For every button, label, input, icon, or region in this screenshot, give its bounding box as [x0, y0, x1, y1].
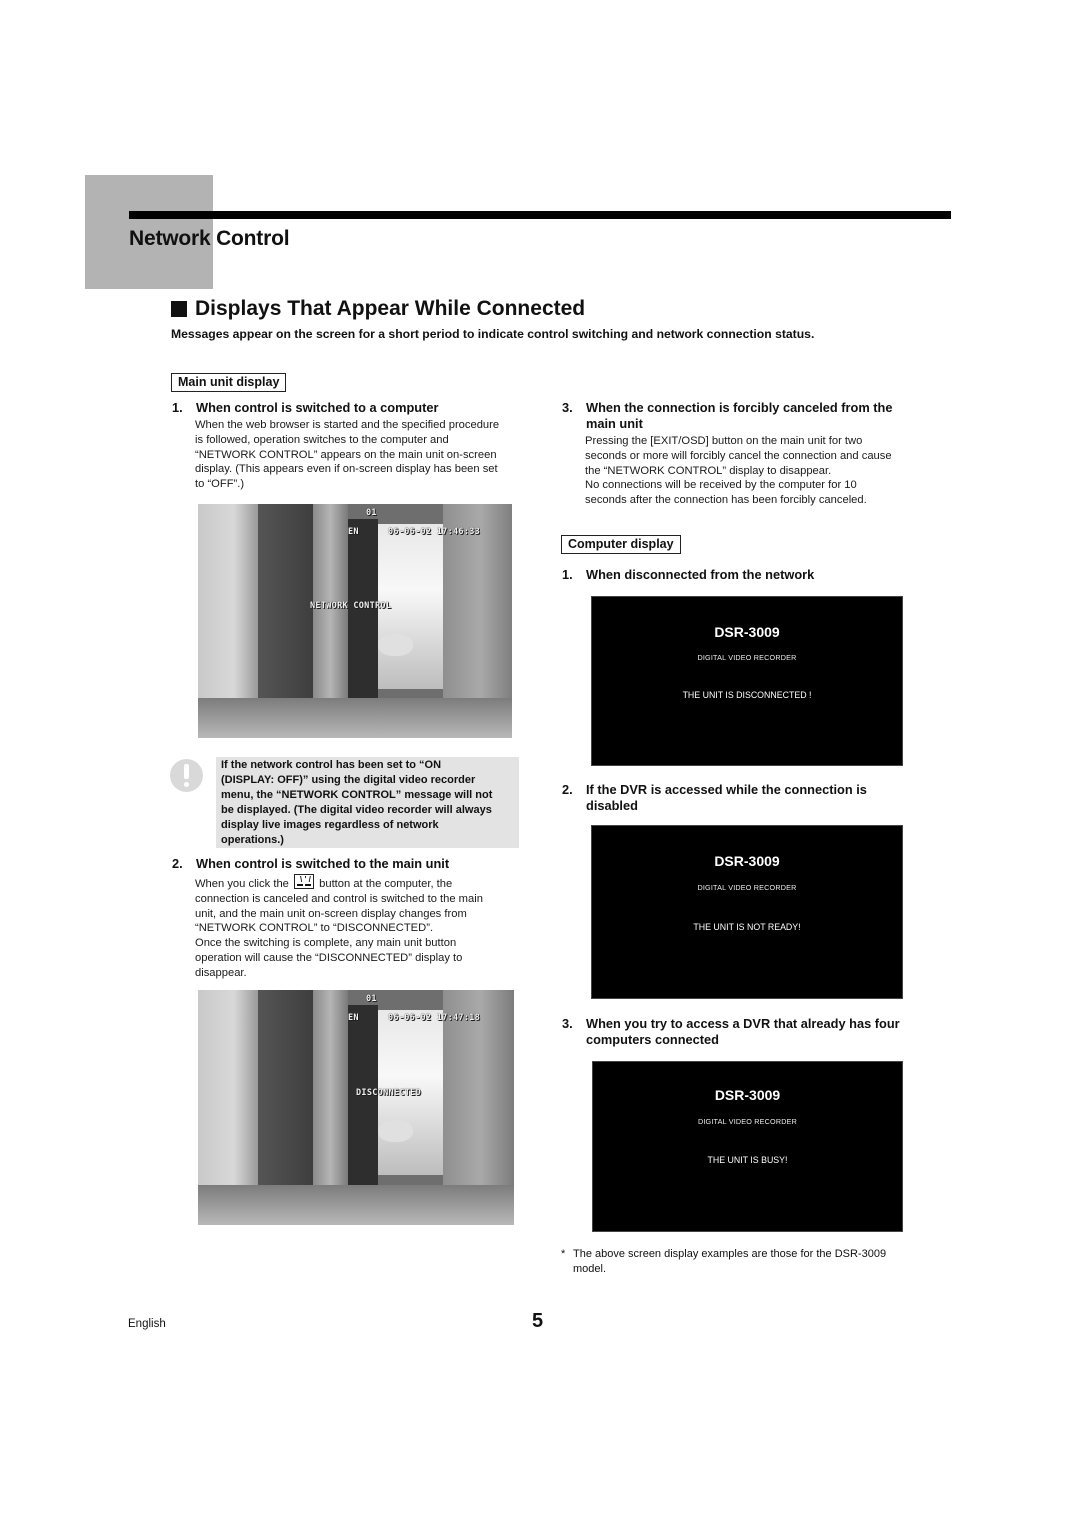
caution-note: If the network control has been set to “…: [168, 757, 519, 848]
header-rule: [129, 211, 951, 219]
caution-text: If the network control has been set to “…: [216, 757, 519, 848]
caution-icon: [170, 759, 203, 792]
section-intro: Messages appear on the screen for a shor…: [171, 327, 815, 341]
computer-item-2-heading: 2. If the DVR is accessed while the conne…: [562, 782, 867, 813]
osd-channel: 01: [366, 994, 377, 1004]
chapter-title: Network Control: [129, 227, 290, 250]
dvr-screen-disconnected: DSR-3009 DIGITAL VIDEO RECORDER THE UNIT…: [591, 596, 903, 766]
dvr-subtitle: DIGITAL VIDEO RECORDER: [697, 653, 797, 662]
dvr-message: THE UNIT IS DISCONNECTED !: [682, 690, 812, 700]
page-number: 5: [532, 1310, 544, 1332]
main-unit-item-2-body: When you click the \ ' / button at the c…: [195, 874, 483, 979]
section-title-text: Displays That Appear While Connected: [195, 297, 586, 320]
main-unit-screenshot-disconnected: 01 EN 06-06-02 17:47:18 DISCONNECTED: [198, 990, 514, 1225]
dvr-message: THE UNIT IS BUSY!: [707, 1155, 788, 1165]
main-unit-item-2-heading: 2. When control is switched to the main u…: [172, 856, 450, 871]
main-unit-item-1-body: When the web browser is started and the …: [195, 419, 500, 491]
footnote-mark: *: [561, 1248, 566, 1260]
osd-datetime: 06-06-02 17:46:33: [388, 527, 481, 537]
section-bullet-icon: [171, 301, 187, 317]
main-unit-display-label: Main unit display: [171, 373, 287, 392]
computer-display-label: Computer display: [561, 535, 681, 554]
osd-language: EN: [348, 527, 359, 537]
dvr-model: DSR-3009: [714, 1087, 781, 1103]
dvr-subtitle: DIGITAL VIDEO RECORDER: [697, 1117, 798, 1126]
osd-message: NETWORK CONTROL: [310, 601, 392, 611]
dvr-screen-busy: DSR-3009 DIGITAL VIDEO RECORDER THE UNIT…: [592, 1061, 903, 1232]
section-title: Displays That Appear While Connected: [171, 297, 585, 321]
osd-datetime: 06-06-02 17:47:18: [388, 1013, 481, 1023]
main-unit-item-1-heading: 1. When control is switched to a computer: [172, 400, 439, 415]
dvr-model: DSR-3009: [714, 624, 780, 640]
computer-item-1-heading: 1. When disconnected from the network: [562, 567, 815, 582]
main-unit-screenshot-network-control: 01 EN 06-06-02 17:46:33 NETWORK CONTROL: [198, 504, 512, 738]
main-unit-item-3-body: Pressing the [EXIT/OSD] button on the ma…: [585, 435, 892, 507]
footnote: * The above screen display examples are …: [561, 1248, 887, 1275]
osd-channel: 01: [366, 508, 377, 518]
osd-language: EN: [348, 1013, 359, 1023]
dvr-subtitle: DIGITAL VIDEO RECORDER: [697, 883, 797, 892]
dvr-message: THE UNIT IS NOT READY!: [693, 922, 801, 932]
dvr-screen-not-ready: DSR-3009 DIGITAL VIDEO RECORDER THE UNIT…: [591, 825, 903, 999]
footer-language: English: [128, 1318, 166, 1330]
computer-item-3-heading: 3. When you try to access a DVR that alre…: [562, 1016, 900, 1047]
disconnect-button-icon: \ ' /: [294, 874, 315, 889]
dvr-model: DSR-3009: [714, 853, 780, 869]
osd-message: DISCONNECTED: [356, 1088, 422, 1098]
main-unit-item-3-heading: 3. When the connection is forcibly cancel…: [562, 400, 893, 431]
